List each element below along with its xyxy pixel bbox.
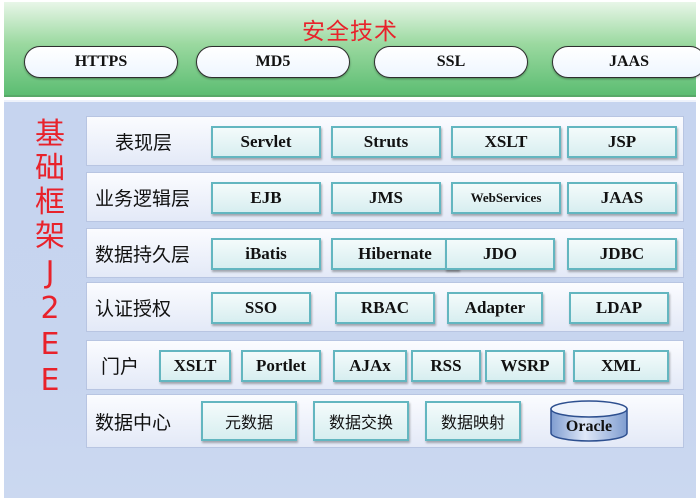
vertical-label-char: E [40,363,60,398]
tech-box[interactable]: SSO [211,292,311,324]
tech-box[interactable]: EJB [211,182,321,214]
tech-box[interactable]: JDBC [567,238,677,270]
layer-row-portal: 门户 XSLT Portlet AJAx RSS WSRP XML [86,340,684,390]
tech-box[interactable]: Adapter [447,292,543,324]
vertical-label-char: 基 [35,117,65,152]
tech-box[interactable]: Portlet [241,350,321,382]
tech-box[interactable]: RBAC [335,292,435,324]
layer-row-business: 业务逻辑层 EJB JMS WebServices JAAS [86,172,684,222]
layer-label: 认证授权 [95,297,172,320]
tech-box[interactable]: XML [573,350,669,382]
tech-box[interactable]: JMS [331,182,441,214]
layer-label: 业务逻辑层 [95,187,191,210]
vertical-label-char: 2 [40,291,60,326]
framework-panel: 基 础 框 架 J 2 E E 表现层 Servlet Struts XSLT … [4,100,696,498]
security-band: 安全技术 HTTPS MD5 SSL JAAS [4,2,700,97]
database-cylinder-icon[interactable]: Oracle [549,399,629,443]
layer-label: 数据中心 [95,411,172,434]
tech-box[interactable]: LDAP [569,292,669,324]
layer-row-presentation: 表现层 Servlet Struts XSLT JSP [86,116,684,166]
security-item-md5[interactable]: MD5 [196,46,350,78]
tech-box[interactable]: Struts [331,126,441,158]
tech-box[interactable]: RSS [411,350,481,382]
layer-label: 数据持久层 [95,243,191,266]
layer-row-data-center: 数据中心 元数据 数据交换 数据映射 Oracle [86,394,684,448]
tech-box[interactable]: 数据映射 [425,401,521,441]
layer-row-persistence: 数据持久层 iBatis Hibernate JDO JDBC [86,228,684,278]
vertical-label-char: J [45,255,55,290]
tech-box[interactable]: 数据交换 [313,401,409,441]
vertical-label-char: 础 [35,151,65,186]
tech-box[interactable]: Hibernate [331,238,459,270]
tech-box[interactable]: AJAx [333,350,407,382]
vertical-label-char: 框 [35,185,65,220]
tech-box[interactable]: JDO [445,238,555,270]
layer-label: 表现层 [115,131,173,154]
tech-box[interactable]: WebServices [451,182,561,214]
tech-box[interactable]: JSP [567,126,677,158]
security-title: 安全技术 [302,19,398,45]
tech-box[interactable]: iBatis [211,238,321,270]
tech-box[interactable]: JAAS [567,182,677,214]
vertical-label-char: E [40,327,60,362]
security-item-ssl[interactable]: SSL [374,46,528,78]
layer-label: 门户 [101,355,140,378]
vertical-label-char: 架 [35,219,65,254]
tech-box[interactable]: Servlet [211,126,321,158]
tech-box[interactable]: WSRP [485,350,565,382]
tech-box[interactable]: 元数据 [201,401,297,441]
layer-row-auth: 认证授权 SSO RBAC Adapter LDAP [86,282,684,332]
security-item-https[interactable]: HTTPS [24,46,178,78]
security-item-jaas[interactable]: JAAS [552,46,700,78]
database-label: Oracle [565,418,613,435]
tech-box[interactable]: XSLT [451,126,561,158]
tech-box[interactable]: XSLT [159,350,231,382]
